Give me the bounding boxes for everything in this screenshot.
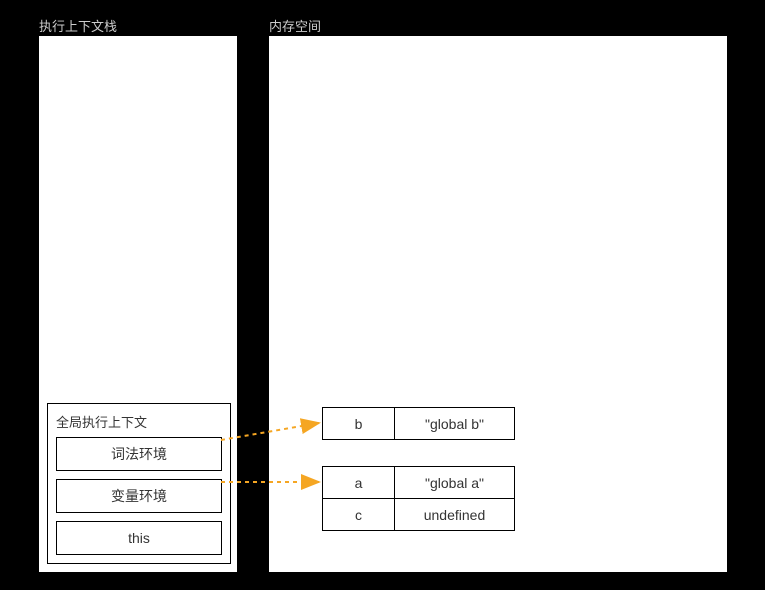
memory-cell-val: "global a" — [395, 467, 515, 499]
variable-environment-label: 变量环境 — [111, 486, 167, 506]
variable-environment-box: 变量环境 — [56, 479, 222, 513]
memory-table-lexical: b "global b" — [322, 407, 515, 440]
memory-cell-key: a — [323, 467, 395, 499]
left-panel-title: 执行上下文栈 — [39, 16, 117, 35]
table-row: b "global b" — [323, 408, 515, 440]
lexical-environment-box: 词法环境 — [56, 437, 222, 471]
memory-cell-val: undefined — [395, 499, 515, 531]
this-binding-box: this — [56, 521, 222, 555]
global-execution-context: 全局执行上下文 词法环境 变量环境 this — [47, 403, 231, 564]
memory-cell-key: c — [323, 499, 395, 531]
memory-table-variable: a "global a" c undefined — [322, 466, 515, 531]
memory-cell-val: "global b" — [395, 408, 515, 440]
table-row: a "global a" — [323, 467, 515, 499]
execution-context-stack-panel: 执行上下文栈 全局执行上下文 词法环境 变量环境 this — [38, 35, 238, 573]
right-panel-title: 内存空间 — [269, 16, 321, 35]
lexical-environment-label: 词法环境 — [111, 444, 167, 464]
memory-cell-key: b — [323, 408, 395, 440]
global-context-title: 全局执行上下文 — [56, 412, 222, 431]
this-binding-label: this — [128, 530, 150, 546]
table-row: c undefined — [323, 499, 515, 531]
